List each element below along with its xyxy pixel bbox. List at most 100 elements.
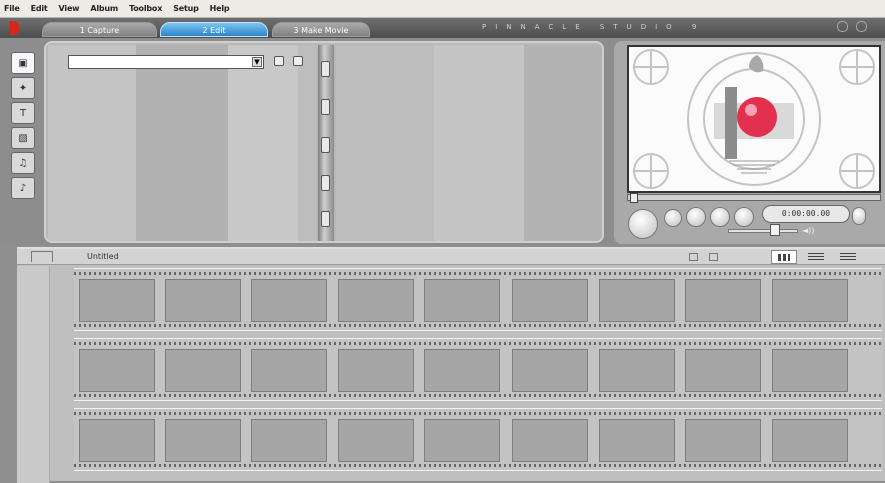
album-page-right[interactable] bbox=[336, 45, 602, 241]
storyboard-slot[interactable] bbox=[512, 279, 588, 322]
loop-button[interactable] bbox=[734, 207, 754, 227]
menu-edit[interactable]: Edit bbox=[31, 4, 48, 13]
volume-slider-handle[interactable] bbox=[770, 224, 780, 236]
storyboard-slot[interactable] bbox=[772, 419, 848, 462]
storyboard-row bbox=[74, 268, 882, 331]
film-perforations bbox=[74, 412, 882, 415]
playback-scrubber[interactable] bbox=[627, 193, 881, 203]
sound-effects-tool-icon[interactable]: ♫ bbox=[11, 152, 35, 174]
titles-tool-icon[interactable]: T bbox=[11, 102, 35, 124]
trash-icon[interactable] bbox=[709, 253, 718, 261]
binder-ring bbox=[321, 175, 330, 191]
storyboard-side-margin bbox=[17, 266, 50, 483]
titles-glyph: T bbox=[19, 107, 27, 119]
tab-edit[interactable]: 2 Edit bbox=[160, 22, 268, 37]
storyboard-slot[interactable] bbox=[772, 349, 848, 392]
menu-view[interactable]: View bbox=[59, 4, 80, 13]
mode-tab-bar: 1 Capture 2 Edit 3 Make Movie PINNACLE S… bbox=[0, 18, 885, 38]
storyboard-slot[interactable] bbox=[685, 349, 761, 392]
minimize-icon[interactable] bbox=[856, 21, 867, 32]
storyboard-slot[interactable] bbox=[772, 279, 848, 322]
tab-make-movie[interactable]: 3 Make Movie bbox=[272, 22, 370, 37]
timecode-display[interactable]: 0:00:00.00 bbox=[762, 205, 850, 223]
storyboard-slot[interactable] bbox=[338, 419, 414, 462]
binder-ring bbox=[321, 211, 330, 227]
still-images-tool-icon[interactable]: ▧ bbox=[11, 127, 35, 149]
scene-view-icon[interactable] bbox=[293, 56, 303, 66]
folder-icon[interactable] bbox=[274, 56, 284, 66]
storyboard-slot[interactable] bbox=[338, 279, 414, 322]
brand-title: PINNACLE STUDIO 9 bbox=[482, 23, 706, 31]
test-pattern-image bbox=[629, 47, 879, 191]
album-page-left[interactable]: ▼ bbox=[48, 45, 316, 241]
go-to-start-button[interactable] bbox=[664, 209, 682, 227]
storyboard-row bbox=[74, 408, 882, 471]
menu-file[interactable]: File bbox=[4, 4, 20, 13]
film-perforations bbox=[74, 272, 882, 275]
storyboard-slot[interactable] bbox=[599, 419, 675, 462]
storyboard-slot[interactable] bbox=[599, 279, 675, 322]
storyboard-view-icon bbox=[778, 254, 790, 261]
help-icon[interactable] bbox=[837, 21, 848, 32]
rewind-button[interactable] bbox=[686, 207, 706, 227]
project-title: Untitled bbox=[87, 252, 119, 261]
storyboard-slot[interactable] bbox=[512, 349, 588, 392]
tab-capture[interactable]: 1 Capture bbox=[42, 22, 157, 37]
storyboard-slot[interactable] bbox=[685, 419, 761, 462]
menu-setup[interactable]: Setup bbox=[173, 4, 199, 13]
preview-screen bbox=[627, 45, 881, 193]
storyboard-slot[interactable] bbox=[251, 279, 327, 322]
play-button[interactable] bbox=[628, 209, 658, 239]
video-scenes-glyph: ▣ bbox=[18, 57, 28, 69]
storyboard-slot[interactable] bbox=[251, 349, 327, 392]
album-toolbar: ▣ ✦ T ▧ ♫ ♪ bbox=[11, 52, 37, 237]
split-clip-icon[interactable] bbox=[689, 253, 698, 261]
menu-toolbox[interactable]: Toolbox bbox=[129, 4, 162, 13]
storyboard-slot[interactable] bbox=[338, 349, 414, 392]
storyboard-slot[interactable] bbox=[79, 419, 155, 462]
storyboard-slot[interactable] bbox=[79, 279, 155, 322]
storyboard-slot[interactable] bbox=[79, 349, 155, 392]
volume-slider[interactable] bbox=[728, 229, 798, 233]
text-view-button[interactable] bbox=[835, 250, 861, 264]
fast-forward-button[interactable] bbox=[710, 207, 730, 227]
menu-album[interactable]: Album bbox=[90, 4, 118, 13]
frame-step-button[interactable] bbox=[852, 207, 866, 225]
speaker-icon: ◄)) bbox=[802, 226, 815, 235]
storyboard-header: Untitled bbox=[17, 249, 885, 265]
timeline-view-icon bbox=[808, 253, 824, 260]
album-panel: ▼ bbox=[44, 41, 604, 243]
album-binder bbox=[318, 45, 334, 241]
music-tool-icon[interactable]: ♪ bbox=[11, 177, 35, 199]
storyboard-slot[interactable] bbox=[685, 279, 761, 322]
video-scenes-tool-icon[interactable]: ▣ bbox=[11, 52, 35, 74]
scrubber-handle[interactable] bbox=[630, 193, 638, 203]
storyboard-slot[interactable] bbox=[424, 279, 500, 322]
storyboard-view-button[interactable] bbox=[771, 250, 797, 264]
sound-effects-glyph: ♫ bbox=[18, 157, 28, 169]
transitions-tool-icon[interactable]: ✦ bbox=[11, 77, 35, 99]
timeline-view-button[interactable] bbox=[803, 250, 829, 264]
chevron-down-icon[interactable]: ▼ bbox=[252, 57, 262, 67]
storyboard-slot[interactable] bbox=[599, 349, 675, 392]
transitions-glyph: ✦ bbox=[18, 82, 28, 94]
menu-help[interactable]: Help bbox=[210, 4, 230, 13]
storyboard-slot[interactable] bbox=[512, 419, 588, 462]
storyboard-slot[interactable] bbox=[165, 279, 241, 322]
player-panel: 0:00:00.00 ◄)) bbox=[614, 41, 885, 244]
pinnacle-logo-icon bbox=[9, 21, 19, 35]
menu-bar: File Edit View Album Toolbox Setup Help bbox=[0, 0, 885, 18]
storyboard-row bbox=[74, 338, 882, 401]
album-source-dropdown[interactable]: ▼ bbox=[68, 55, 264, 69]
binder-ring bbox=[321, 137, 330, 153]
binder-ring bbox=[321, 61, 330, 77]
storyboard-slot[interactable] bbox=[251, 419, 327, 462]
film-perforations bbox=[74, 464, 882, 467]
film-perforations bbox=[74, 394, 882, 397]
storyboard-slot[interactable] bbox=[165, 349, 241, 392]
storyboard-slot[interactable] bbox=[424, 349, 500, 392]
storyboard-slot[interactable] bbox=[424, 419, 500, 462]
film-perforations bbox=[74, 324, 882, 327]
storyboard-slot[interactable] bbox=[165, 419, 241, 462]
movie-window-tab-icon[interactable] bbox=[31, 251, 53, 262]
